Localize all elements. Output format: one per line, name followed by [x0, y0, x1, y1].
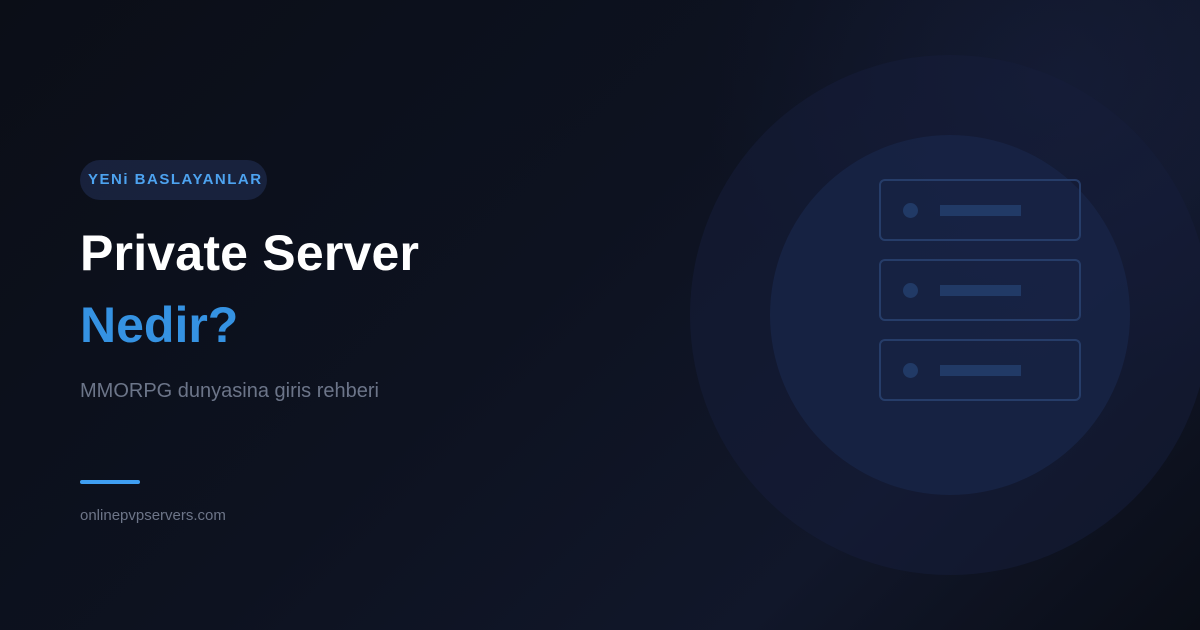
server-slot-bar [940, 285, 1021, 296]
page-title-line-2: Nedir? [80, 297, 239, 353]
social-share-card: YENi BASLAYANLAR Private Server Nedir? M… [0, 0, 1200, 630]
site-domain: onlinepvpservers.com [80, 507, 226, 524]
server-led-indicator [903, 363, 918, 378]
server-unit [879, 179, 1081, 241]
server-led-indicator [903, 283, 918, 298]
server-led-indicator [903, 203, 918, 218]
page-title-line-1: Private Server [80, 225, 420, 281]
category-badge: YENi BASLAYANLAR [80, 160, 267, 200]
server-rack-icon [879, 179, 1081, 419]
server-unit [879, 259, 1081, 321]
accent-divider [80, 480, 140, 484]
server-slot-bar [940, 205, 1021, 216]
server-slot-bar [940, 365, 1021, 376]
content-block: YENi BASLAYANLAR Private Server Nedir? M… [80, 160, 419, 524]
page-subtitle: MMORPG dunyasina giris rehberi [80, 380, 379, 402]
server-unit [879, 339, 1081, 401]
category-badge-label: YENi BASLAYANLAR [88, 171, 263, 188]
